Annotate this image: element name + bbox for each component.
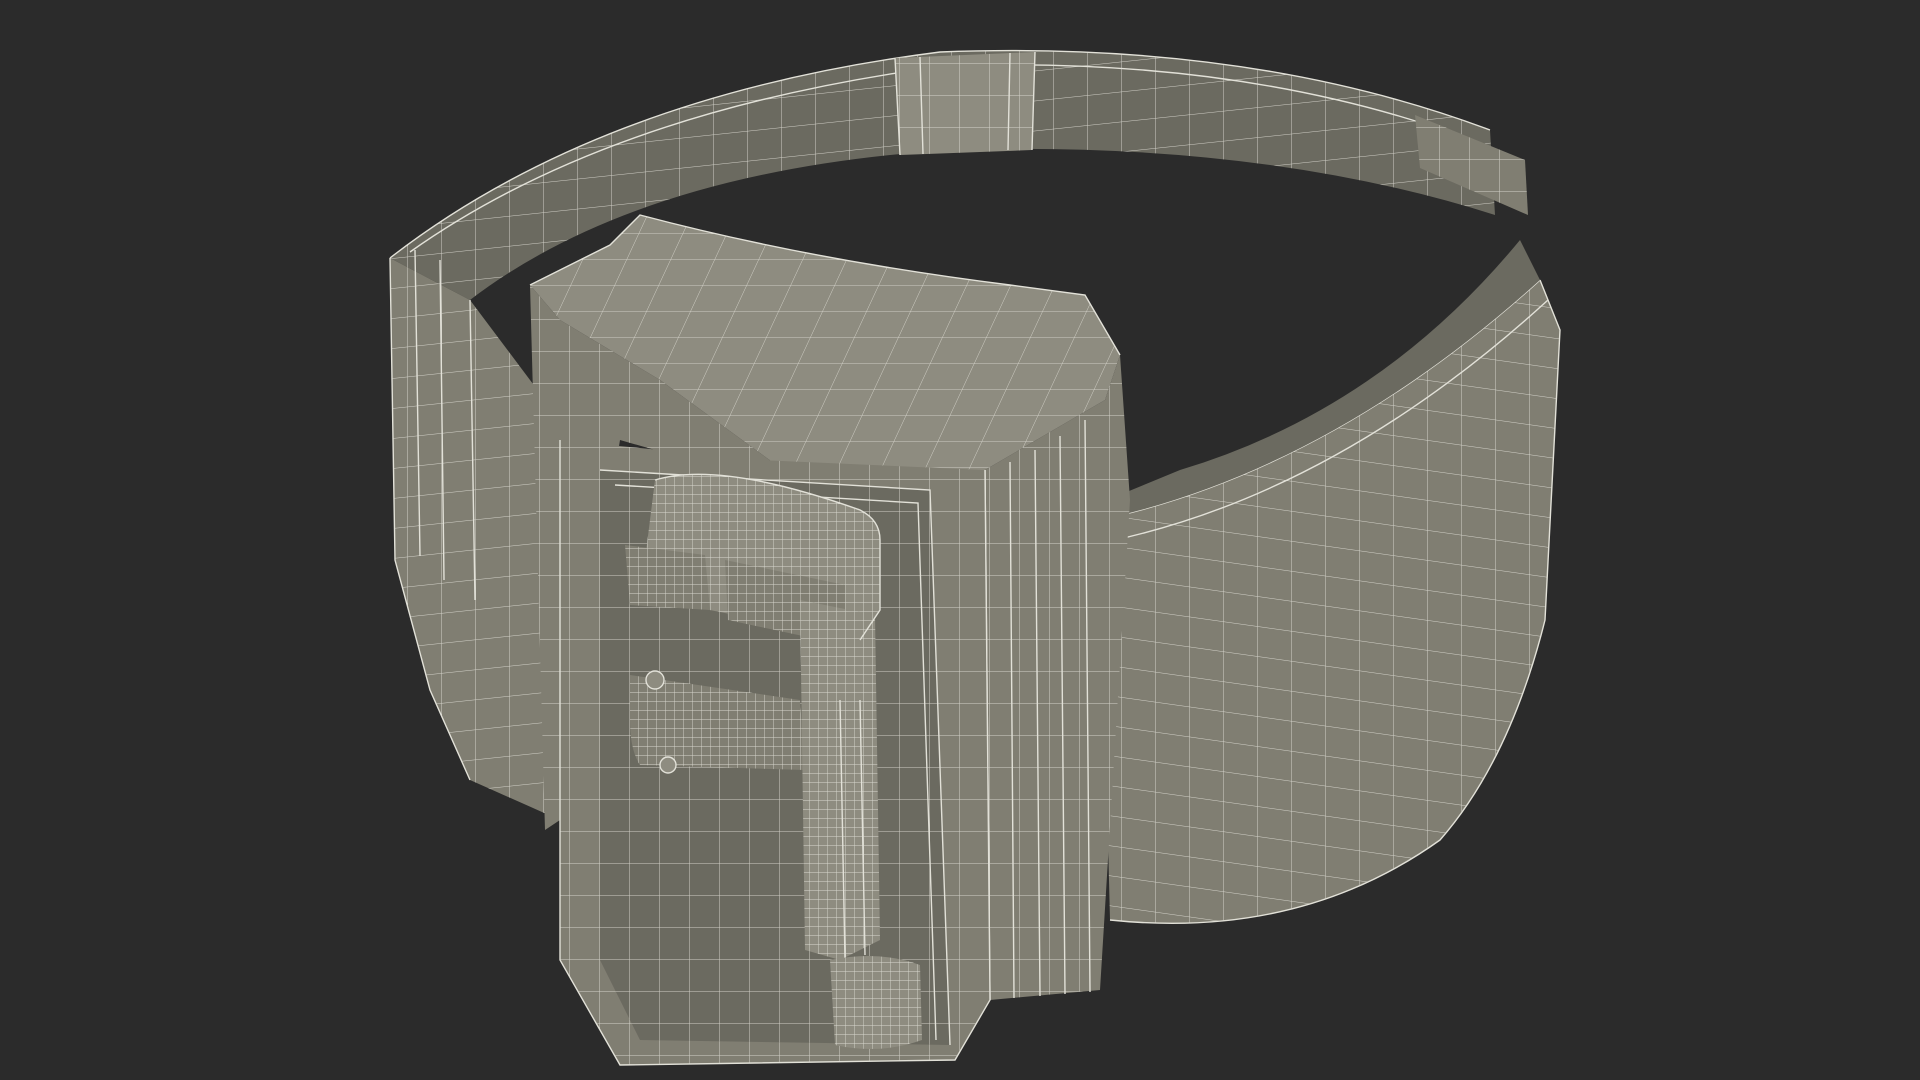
viewport <box>0 0 1920 1080</box>
render-canvas <box>0 0 1920 1080</box>
